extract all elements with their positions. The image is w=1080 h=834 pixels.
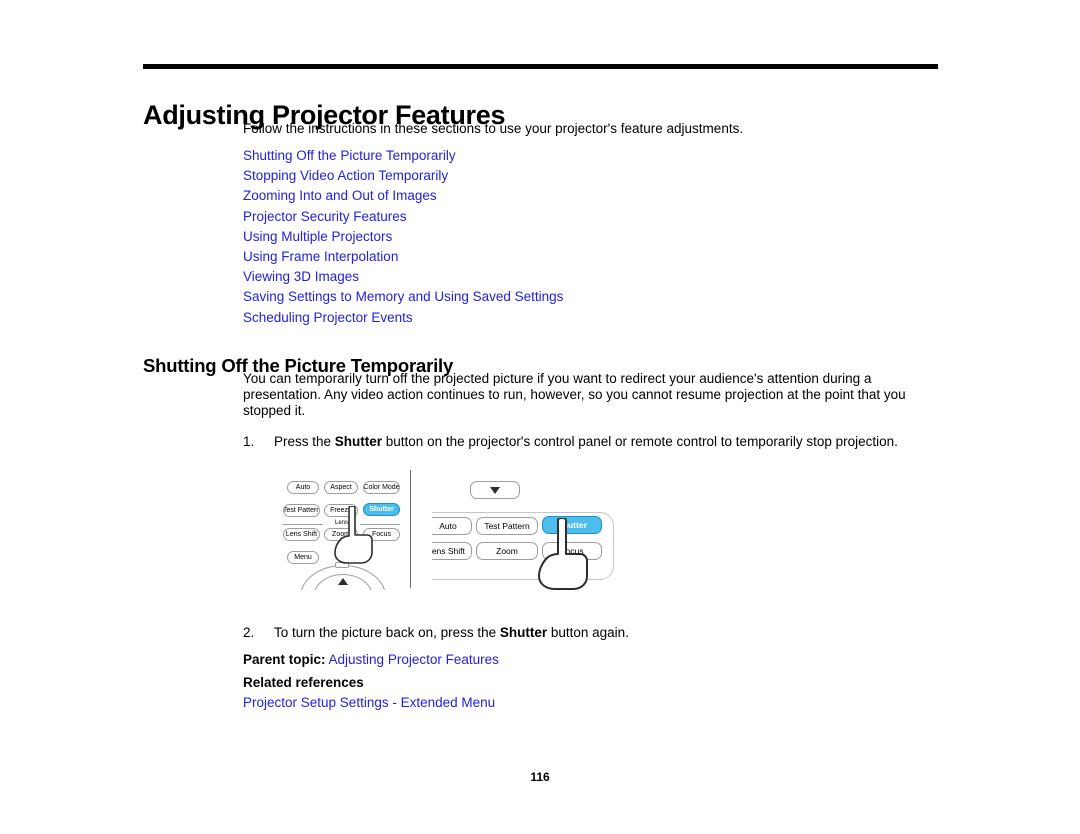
detail-key-shutter[interactable]: Shutter [542,516,602,534]
related-references-list: Projector Setup Settings - Extended Menu [243,694,939,711]
list-item: Stopping Video Action Temporarily [243,166,938,186]
step-text-before: To turn the picture back on, press the [274,625,500,640]
page-number: 116 [530,770,550,784]
detail-key-focus[interactable]: Focus [542,542,602,560]
detail-key-test-pattern[interactable]: Test Pattern [476,517,538,535]
step-list: 1. Press the Shutter button on the projec… [243,434,939,450]
panel-key-color-mode[interactable]: Color Mode [363,481,400,494]
panel-key-zoom[interactable]: Zoom [324,528,358,541]
section-footer-block: 2. To turn the picture back on, press the… [243,625,939,711]
list-item: Viewing 3D Images [243,267,938,287]
figure-divider [410,470,411,588]
detail-key-down-arrow[interactable] [470,481,520,499]
toc-link-saving-settings[interactable]: Saving Settings to Memory and Using Save… [243,289,563,304]
list-item: Zooming Into and Out of Images [243,186,938,206]
step-text-after: button on the projector's control panel … [382,433,898,449]
panel-key-aspect[interactable]: Aspect [324,481,358,494]
panel-key-freeze[interactable]: Freeze [324,504,358,517]
projector-control-panel-figure: Auto Aspect Color Mode Test Pattern Free… [272,470,624,590]
detail-key-zoom[interactable]: Zoom [476,542,538,560]
toc-link-frame-interpolation[interactable]: Using Frame Interpolation [243,249,398,264]
step-number: 1. [243,433,255,449]
toc-link-shutting-off-picture[interactable]: Shutting Off the Picture Temporarily [243,148,456,163]
toc-link-projector-security[interactable]: Projector Security Features [243,209,407,224]
list-item: Projector Security Features [243,207,938,227]
panel-key-menu[interactable]: Menu [287,551,319,564]
control-panel-illustration: Auto Aspect Color Mode Test Pattern Free… [272,470,410,590]
step-text-before: Press the [274,433,335,449]
step-text-after: button again. [547,625,629,640]
panel-key-focus[interactable]: Focus [363,528,400,541]
parent-topic-line: Parent topic: Adjusting Projector Featur… [243,651,939,668]
detail-key-lens-shift[interactable]: Lens Shift [432,542,472,560]
panel-key-auto[interactable]: Auto [287,481,319,494]
step-number: 2. [243,625,255,640]
step-1: 1. Press the Shutter button on the projec… [243,434,939,450]
section-paragraph: You can temporarily turn off the project… [243,371,906,418]
panel-key-shutter[interactable]: Shutter [363,503,400,516]
chapter-intro-block: Follow the instructions in these section… [243,120,938,328]
toc-link-viewing-3d-images[interactable]: Viewing 3D Images [243,269,359,284]
toc-link-multiple-projectors[interactable]: Using Multiple Projectors [243,229,392,244]
list-item: Using Frame Interpolation [243,247,938,267]
parent-topic-label: Parent topic: [243,651,326,667]
title-rule [143,64,938,69]
list-item: Using Multiple Projectors [243,227,938,247]
toc-link-zooming-images[interactable]: Zooming Into and Out of Images [243,188,437,203]
detail-key-auto[interactable]: Auto [432,517,472,535]
control-panel-detail-illustration: Auto Test Pattern Shutter Lens Shift Zoo… [432,470,624,590]
lens-group-label: Lens [334,520,348,526]
related-link-projector-setup-settings[interactable]: Projector Setup Settings - Extended Menu [243,695,495,710]
up-arrow-icon [338,578,348,585]
panel-key-test-pattern[interactable]: Test Pattern [283,504,320,517]
list-item: Shutting Off the Picture Temporarily [243,146,938,166]
related-references-heading: Related references [243,674,364,690]
step-bold-term: Shutter [499,625,548,640]
step-bold-term: Shutter [334,433,383,449]
list-item: Saving Settings to Memory and Using Save… [243,287,938,307]
list-item: Scheduling Projector Events [243,308,938,328]
panel-key-lens-shift[interactable]: Lens Shift [283,528,320,541]
chevron-down-icon [490,486,500,494]
document-page: Adjusting Projector Features Follow the … [0,0,1080,834]
directional-pad[interactable] [300,562,386,590]
section-body: You can temporarily turn off the project… [243,371,939,454]
toc-link-stopping-video-action[interactable]: Stopping Video Action Temporarily [243,168,448,183]
intro-paragraph: Follow the instructions in these section… [243,121,744,136]
lens-group-bracket: Lens [283,519,400,528]
topic-link-list: Shutting Off the Picture Temporarily Sto… [243,146,938,328]
parent-topic-link[interactable]: Adjusting Projector Features [329,652,499,667]
step-2: 2. To turn the picture back on, press the… [243,625,939,641]
dpad-enter-tab[interactable] [335,562,349,568]
toc-link-scheduling-events[interactable]: Scheduling Projector Events [243,310,413,325]
